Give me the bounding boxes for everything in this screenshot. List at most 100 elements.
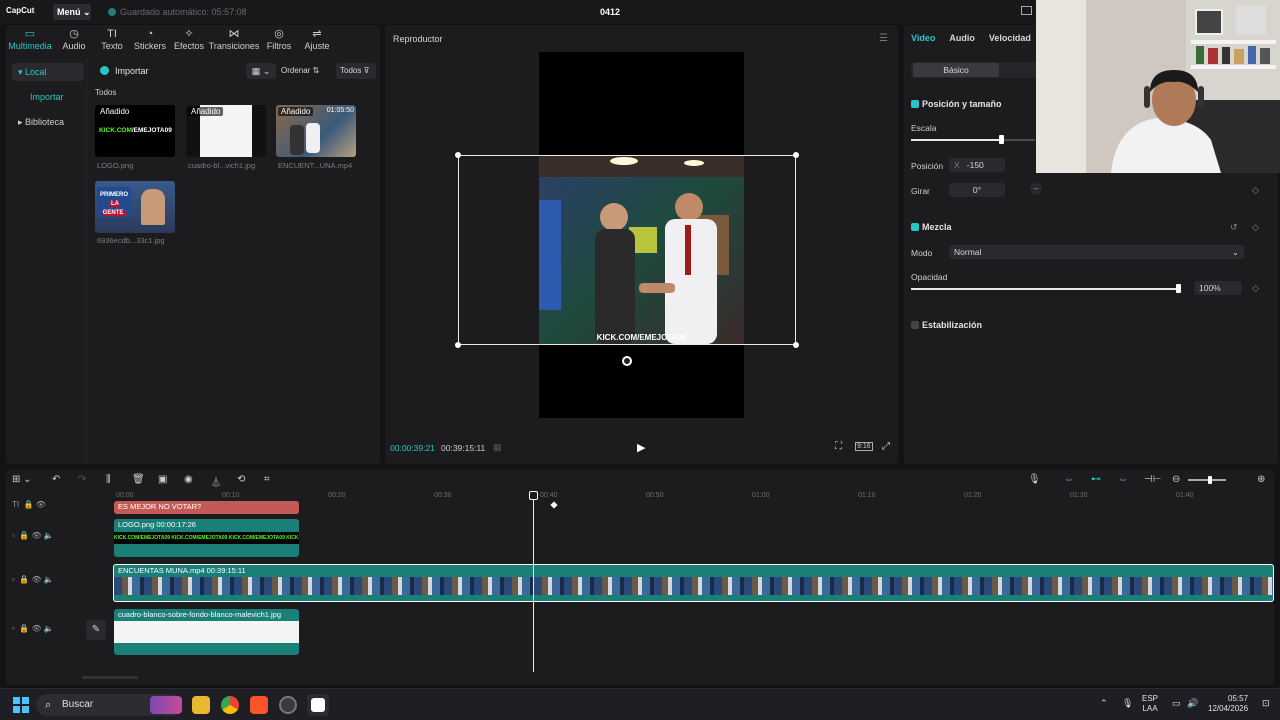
- redo-icon[interactable]: ↷: [78, 474, 86, 485]
- capcut-taskbar-icon[interactable]: [307, 694, 329, 716]
- language-indicator[interactable]: ESP LAA: [1142, 694, 1158, 714]
- sidebar-item-biblioteca[interactable]: ▸ Biblioteca: [12, 113, 84, 131]
- clock[interactable]: 05:57 12/04/2026: [1208, 694, 1248, 714]
- eye-icon[interactable]: 👁: [32, 531, 42, 540]
- edit-cover-icon[interactable]: ✎: [86, 620, 106, 640]
- slider-knob[interactable]: [999, 135, 1004, 144]
- section-blend[interactable]: Mezcla: [911, 222, 952, 232]
- keyframe-icon[interactable]: ◇: [1252, 185, 1259, 196]
- tab-efectos[interactable]: ✧ Efectos: [170, 25, 208, 55]
- slider-knob[interactable]: [1208, 476, 1212, 484]
- tab-velocidad[interactable]: Velocidad: [989, 33, 1031, 43]
- undo-icon[interactable]: ↶: [52, 474, 60, 485]
- delete-icon[interactable]: 🗑: [132, 474, 145, 485]
- background-clip[interactable]: cuadro-blanco-sobre-fondo-blanco-malevic…: [114, 609, 299, 655]
- media-item-encuentas[interactable]: Añadido 01:05:50: [276, 105, 356, 157]
- checkbox-icon[interactable]: [911, 223, 919, 231]
- eye-icon[interactable]: 👁: [32, 624, 42, 633]
- eye-icon[interactable]: 👁: [36, 500, 46, 509]
- rotate-icon[interactable]: ⟲: [237, 474, 245, 485]
- tab-multimedia[interactable]: ▭ Multimedia: [6, 25, 54, 55]
- zoom-fit-icon[interactable]: ⊕: [1257, 474, 1265, 485]
- rotate-field[interactable]: 0°: [949, 183, 1005, 197]
- chevron-up-icon[interactable]: ⌃: [1100, 698, 1108, 708]
- search-highlight-icon[interactable]: [150, 696, 182, 714]
- fit-icon[interactable]: ⛶: [835, 441, 842, 452]
- resize-handle[interactable]: [793, 342, 799, 348]
- sort-button[interactable]: Ordenar ⇅: [281, 66, 319, 75]
- section-position-size[interactable]: Posición y tamaño: [911, 99, 1002, 109]
- resize-handle[interactable]: [793, 152, 799, 158]
- brave-icon[interactable]: [250, 696, 268, 714]
- slider-knob[interactable]: [1176, 284, 1181, 293]
- ratio-button[interactable]: 9:16: [855, 442, 873, 451]
- checkbox-icon[interactable]: [911, 100, 919, 108]
- section-stabilize[interactable]: Estabilización: [911, 320, 982, 330]
- keyframe-icon[interactable]: ◇: [1252, 222, 1259, 233]
- horizontal-scrollbar[interactable]: [82, 676, 138, 679]
- notification-icon[interactable]: ⊡: [1262, 698, 1270, 708]
- menu-icon[interactable]: ☰: [879, 33, 888, 44]
- sidebar-item-local[interactable]: ▾ Local: [12, 63, 84, 81]
- keyframe-icon[interactable]: ◇: [1252, 283, 1259, 294]
- scale-slider[interactable]: [911, 135, 1035, 144]
- mirror-icon[interactable]: ⏃: [211, 474, 221, 489]
- zoom-slider[interactable]: [1188, 476, 1226, 484]
- tab-audio[interactable]: ◷ Audio: [54, 25, 94, 55]
- tab-ajuste[interactable]: ⇌ Ajuste: [298, 25, 336, 55]
- layout-select-icon[interactable]: ⊞ ⌄: [12, 474, 32, 485]
- play-button[interactable]: ▶: [637, 441, 645, 454]
- file-explorer-icon[interactable]: [192, 696, 210, 714]
- preview-axis-icon[interactable]: ⇔: [1118, 474, 1128, 485]
- menu-button[interactable]: Menú ⌄: [53, 4, 91, 20]
- tab-texto[interactable]: TI Texto: [94, 25, 130, 55]
- import-button[interactable]: Importar: [100, 66, 149, 76]
- logo-clip[interactable]: LOGO.png 00:00:17:26 KICK.COM/EMEJOTA09 …: [114, 519, 299, 557]
- reverse-icon[interactable]: ◉: [184, 474, 193, 485]
- network-icon[interactable]: ▭: [1172, 698, 1181, 708]
- resize-handle[interactable]: [455, 152, 461, 158]
- fullscreen-icon[interactable]: ⤢: [882, 441, 890, 452]
- view-toggle-button[interactable]: ▦ ⌄: [246, 63, 276, 79]
- zoom-out-icon[interactable]: ⊖: [1172, 474, 1180, 485]
- tab-stickers[interactable]: ◔ Stickers: [130, 25, 170, 55]
- sidebar-item-importar[interactable]: Importar: [12, 88, 84, 106]
- lock-icon[interactable]: 🔒: [19, 531, 29, 540]
- obs-icon[interactable]: [279, 696, 297, 714]
- opacity-field[interactable]: 100%: [1194, 281, 1242, 295]
- tab-transiciones[interactable]: ⋈ Transiciones: [208, 25, 260, 55]
- playhead[interactable]: [533, 492, 534, 672]
- main-video-clip[interactable]: ENCUENTAS MUNA.mp4 00:39:15:11: [113, 564, 1274, 602]
- layout-icon[interactable]: [1021, 6, 1032, 15]
- checkbox-icon[interactable]: [911, 321, 919, 329]
- rotate-dial-icon[interactable]: –: [1030, 183, 1042, 195]
- lock-icon[interactable]: 🔒: [19, 624, 29, 633]
- media-item-cuadro[interactable]: Añadido: [186, 105, 266, 157]
- playhead-handle[interactable]: [529, 491, 538, 500]
- media-item-6936[interactable]: PRIMERO LA GENTE: [95, 181, 175, 233]
- project-title[interactable]: 0412: [600, 7, 620, 17]
- rotate-handle[interactable]: [622, 356, 632, 366]
- media-item-logo[interactable]: Añadido KICK.COM/EMEJOTA09: [95, 105, 175, 157]
- mode-select[interactable]: Normal ⌄: [949, 245, 1244, 259]
- resize-handle[interactable]: [455, 342, 461, 348]
- audio-icon[interactable]: 🔈: [44, 575, 54, 584]
- volume-icon[interactable]: 🔊: [1187, 698, 1198, 708]
- position-x-field[interactable]: X -150: [949, 158, 1005, 172]
- chrome-icon[interactable]: [221, 696, 239, 714]
- snap-icon[interactable]: ⊷: [1091, 474, 1101, 485]
- split-view-icon[interactable]: ⊣⊢: [1144, 474, 1161, 485]
- tab-audio[interactable]: Audio: [949, 33, 975, 43]
- windows-start-icon[interactable]: [13, 697, 29, 713]
- freeze-icon[interactable]: ▣: [158, 474, 167, 485]
- audio-icon[interactable]: 🔈: [44, 624, 54, 633]
- crop-icon[interactable]: ⌗: [264, 474, 270, 485]
- lock-icon[interactable]: 🔒: [19, 575, 29, 584]
- tab-basico[interactable]: Básico: [913, 63, 999, 77]
- reset-icon[interactable]: ↺: [1230, 222, 1238, 233]
- lock-icon[interactable]: 🔒: [24, 500, 34, 509]
- link-clips-icon[interactable]: ⇔: [1064, 474, 1074, 485]
- split-icon[interactable]: ⫼: [106, 474, 111, 485]
- microphone-icon[interactable]: 🎙: [1028, 474, 1041, 485]
- tab-video[interactable]: Video: [911, 33, 935, 43]
